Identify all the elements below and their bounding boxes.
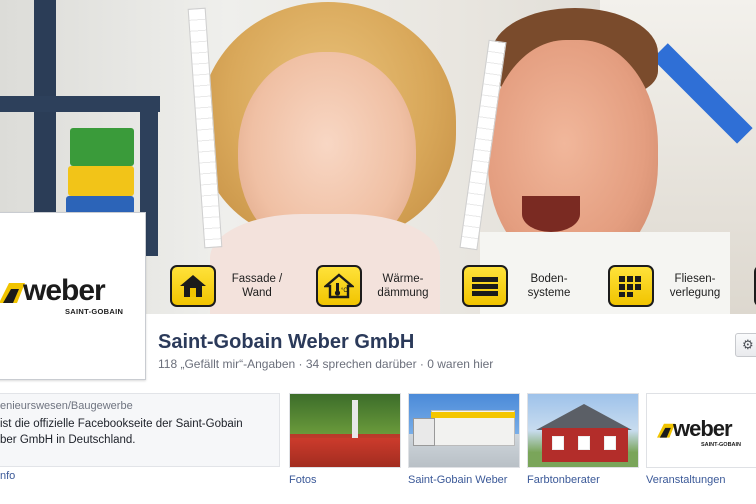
events-logo-word: weber (673, 416, 733, 441)
product-strip: Fassade / Wand °C Wärme-dämmung Boden-sys… (146, 258, 756, 314)
thermometer-house-icon: °C (316, 265, 362, 307)
about-description: ist die offizielle Facebookseite der Sai… (0, 418, 243, 446)
tiles-icon (608, 265, 654, 307)
events-tile[interactable]: weber SAINT-GOBAIN (646, 393, 756, 468)
product-waermedaemmung[interactable]: °C Wärme-dämmung (316, 261, 438, 311)
truck-cab (413, 418, 435, 446)
truck-tile[interactable] (408, 393, 520, 468)
product-label: Wärme-dämmung (377, 273, 429, 299)
photos-tile[interactable] (289, 393, 401, 468)
floor-layers-icon (462, 265, 508, 307)
settings-button[interactable]: ⚙ (735, 333, 756, 357)
man-mouth (522, 196, 580, 232)
gear-icon: ⚙ (742, 337, 754, 352)
weber-logo-word: weber (23, 274, 106, 307)
house-roof (536, 404, 632, 430)
toy-brick (70, 128, 134, 166)
svg-text:°C: °C (341, 288, 348, 294)
weber-tile-label[interactable]: Saint-Gobain Weber (408, 474, 507, 486)
product-fassade[interactable]: Fassade / Wand (170, 261, 292, 311)
product-label: Fliesen-verlegung (669, 273, 721, 299)
photos-tile-label[interactable]: Fotos (289, 474, 317, 486)
color-advisor-tile-label[interactable]: Farbtonberater (527, 474, 600, 486)
weber-logo-sub: SAINT-GOBAIN (65, 307, 124, 316)
events-logo-sub: SAINT-GOBAIN (701, 442, 742, 448)
product-label: Boden-systeme (527, 273, 571, 299)
toy-brick (68, 166, 134, 196)
photo-trees (290, 394, 400, 434)
about-category[interactable]: enieurswesen/Baugewerbe (0, 400, 280, 412)
product-label: Fassade / Wand (231, 273, 283, 299)
house-window (552, 436, 564, 450)
page-stats: 118 „Gefällt mir“-Angaben · 34 sprechen … (158, 357, 494, 371)
weber-logo: weber SAINT-GOBAIN (0, 274, 127, 316)
info-link[interactable]: nfo (0, 470, 15, 482)
product-bodensysteme[interactable]: Boden-systeme (462, 261, 584, 311)
weber-logo-mark-icon (0, 283, 25, 303)
events-tile-label[interactable]: Veranstaltungen (646, 474, 726, 486)
photo-post (352, 400, 358, 440)
color-advisor-tile[interactable] (527, 393, 639, 468)
profile-picture[interactable]: weber SAINT-GOBAIN (0, 212, 146, 380)
truck-stripe (431, 412, 515, 418)
house-window (604, 436, 616, 450)
cover-shelf-bar (0, 96, 160, 112)
house-icon (170, 265, 216, 307)
photo-car (290, 438, 400, 467)
product-fliesenverlegung[interactable]: Fliesen-verlegung (608, 261, 730, 311)
house-window (578, 436, 590, 450)
page-title[interactable]: Saint-Gobain Weber GmbH (158, 331, 414, 354)
